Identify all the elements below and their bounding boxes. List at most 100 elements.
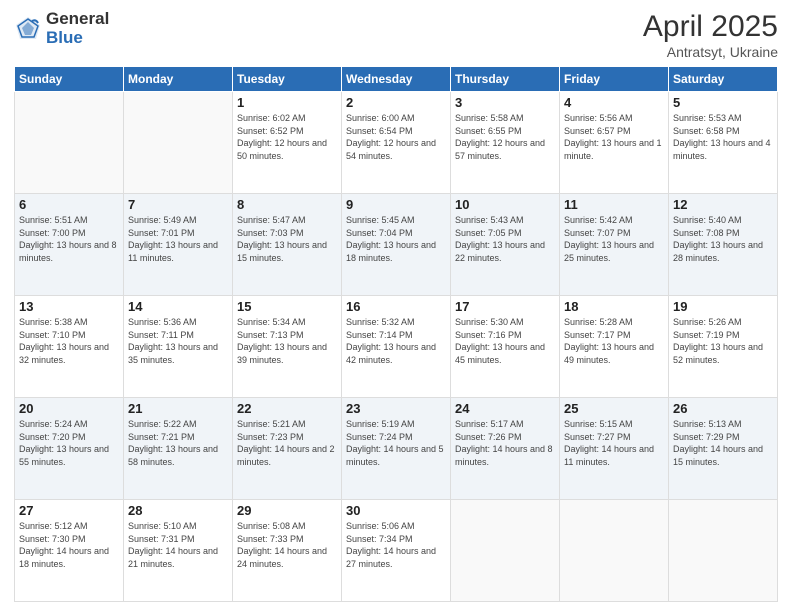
day-info: Sunrise: 5:49 AM Sunset: 7:01 PM Dayligh… <box>128 214 228 264</box>
calendar-cell: 1Sunrise: 6:02 AM Sunset: 6:52 PM Daylig… <box>233 92 342 194</box>
calendar-header-monday: Monday <box>124 67 233 92</box>
day-number: 19 <box>673 299 773 314</box>
day-info: Sunrise: 5:28 AM Sunset: 7:17 PM Dayligh… <box>564 316 664 366</box>
day-info: Sunrise: 5:13 AM Sunset: 7:29 PM Dayligh… <box>673 418 773 468</box>
day-number: 6 <box>19 197 119 212</box>
day-info: Sunrise: 5:30 AM Sunset: 7:16 PM Dayligh… <box>455 316 555 366</box>
day-number: 25 <box>564 401 664 416</box>
day-number: 27 <box>19 503 119 518</box>
day-number: 21 <box>128 401 228 416</box>
day-info: Sunrise: 5:38 AM Sunset: 7:10 PM Dayligh… <box>19 316 119 366</box>
day-info: Sunrise: 5:56 AM Sunset: 6:57 PM Dayligh… <box>564 112 664 162</box>
calendar-cell <box>451 500 560 602</box>
day-number: 26 <box>673 401 773 416</box>
day-number: 7 <box>128 197 228 212</box>
calendar-cell: 13 Sunrise: 5:38 AM Sunset: 7:10 PM Dayli… <box>15 296 124 398</box>
day-info: Sunrise: 5:24 AM Sunset: 7:20 PM Dayligh… <box>19 418 119 468</box>
day-number: 18 <box>564 299 664 314</box>
calendar-week-row: 6 Sunrise: 5:51 AM Sunset: 7:00 PM Daylig… <box>15 194 778 296</box>
day-info: Sunrise: 5:53 AM Sunset: 6:58 PM Dayligh… <box>673 112 773 162</box>
day-number: 15 <box>237 299 337 314</box>
calendar-cell: 20 Sunrise: 5:24 AM Sunset: 7:20 PM Dayli… <box>15 398 124 500</box>
day-info: Sunrise: 5:43 AM Sunset: 7:05 PM Dayligh… <box>455 214 555 264</box>
calendar-cell <box>669 500 778 602</box>
calendar-header-wednesday: Wednesday <box>342 67 451 92</box>
day-number: 2 <box>346 95 446 110</box>
day-number: 16 <box>346 299 446 314</box>
calendar-header-sunday: Sunday <box>15 67 124 92</box>
calendar-cell: 4Sunrise: 5:56 AM Sunset: 6:57 PM Daylig… <box>560 92 669 194</box>
title-month: April 2025 <box>643 10 778 44</box>
day-info: Sunrise: 5:32 AM Sunset: 7:14 PM Dayligh… <box>346 316 446 366</box>
calendar-cell <box>560 500 669 602</box>
day-info: Sunrise: 5:12 AM Sunset: 7:30 PM Dayligh… <box>19 520 119 570</box>
day-info: Sunrise: 6:00 AM Sunset: 6:54 PM Dayligh… <box>346 112 446 162</box>
calendar-cell: 14 Sunrise: 5:36 AM Sunset: 7:11 PM Dayli… <box>124 296 233 398</box>
day-info: Sunrise: 5:19 AM Sunset: 7:24 PM Dayligh… <box>346 418 446 468</box>
day-number: 28 <box>128 503 228 518</box>
calendar-cell: 5 Sunrise: 5:53 AM Sunset: 6:58 PM Daylig… <box>669 92 778 194</box>
calendar-cell: 29Sunrise: 5:08 AM Sunset: 7:33 PM Dayli… <box>233 500 342 602</box>
day-info: Sunrise: 5:58 AM Sunset: 6:55 PM Dayligh… <box>455 112 555 162</box>
calendar-cell: 18 Sunrise: 5:28 AM Sunset: 7:17 PM Dayli… <box>560 296 669 398</box>
calendar-cell: 10Sunrise: 5:43 AM Sunset: 7:05 PM Dayli… <box>451 194 560 296</box>
day-info: Sunrise: 5:10 AM Sunset: 7:31 PM Dayligh… <box>128 520 228 570</box>
day-info: Sunrise: 5:45 AM Sunset: 7:04 PM Dayligh… <box>346 214 446 264</box>
calendar-cell: 9Sunrise: 5:45 AM Sunset: 7:04 PM Daylig… <box>342 194 451 296</box>
day-info: Sunrise: 5:15 AM Sunset: 7:27 PM Dayligh… <box>564 418 664 468</box>
day-number: 8 <box>237 197 337 212</box>
page: General Blue April 2025 Antratsyt, Ukrai… <box>0 0 792 612</box>
calendar-week-row: 1Sunrise: 6:02 AM Sunset: 6:52 PM Daylig… <box>15 92 778 194</box>
day-number: 20 <box>19 401 119 416</box>
calendar-cell: 27 Sunrise: 5:12 AM Sunset: 7:30 PM Dayli… <box>15 500 124 602</box>
day-number: 13 <box>19 299 119 314</box>
header: General Blue April 2025 Antratsyt, Ukrai… <box>14 10 778 60</box>
calendar-header-friday: Friday <box>560 67 669 92</box>
day-number: 23 <box>346 401 446 416</box>
calendar-header-tuesday: Tuesday <box>233 67 342 92</box>
calendar-cell <box>15 92 124 194</box>
calendar-week-row: 20 Sunrise: 5:24 AM Sunset: 7:20 PM Dayli… <box>15 398 778 500</box>
day-number: 22 <box>237 401 337 416</box>
logo-general: General <box>46 10 109 29</box>
calendar-cell: 7 Sunrise: 5:49 AM Sunset: 7:01 PM Daylig… <box>124 194 233 296</box>
title-block: April 2025 Antratsyt, Ukraine <box>643 10 778 60</box>
logo-icon <box>14 15 42 43</box>
calendar-cell <box>124 92 233 194</box>
calendar-cell: 26 Sunrise: 5:13 AM Sunset: 7:29 PM Dayli… <box>669 398 778 500</box>
day-number: 12 <box>673 197 773 212</box>
calendar-cell: 6 Sunrise: 5:51 AM Sunset: 7:00 PM Daylig… <box>15 194 124 296</box>
calendar-header-thursday: Thursday <box>451 67 560 92</box>
calendar-cell: 16 Sunrise: 5:32 AM Sunset: 7:14 PM Dayli… <box>342 296 451 398</box>
calendar-cell: 21 Sunrise: 5:22 AM Sunset: 7:21 PM Dayli… <box>124 398 233 500</box>
day-info: Sunrise: 5:40 AM Sunset: 7:08 PM Dayligh… <box>673 214 773 264</box>
calendar-header-row: SundayMondayTuesdayWednesdayThursdayFrid… <box>15 67 778 92</box>
calendar-cell: 12 Sunrise: 5:40 AM Sunset: 7:08 PM Dayli… <box>669 194 778 296</box>
day-number: 29 <box>237 503 337 518</box>
day-info: Sunrise: 5:26 AM Sunset: 7:19 PM Dayligh… <box>673 316 773 366</box>
day-number: 17 <box>455 299 555 314</box>
calendar-cell: 23 Sunrise: 5:19 AM Sunset: 7:24 PM Dayli… <box>342 398 451 500</box>
day-number: 14 <box>128 299 228 314</box>
day-number: 3 <box>455 95 555 110</box>
logo-blue: Blue <box>46 29 109 48</box>
calendar-cell: 15 Sunrise: 5:34 AM Sunset: 7:13 PM Dayli… <box>233 296 342 398</box>
day-info: Sunrise: 5:06 AM Sunset: 7:34 PM Dayligh… <box>346 520 446 570</box>
day-number: 30 <box>346 503 446 518</box>
calendar-week-row: 27 Sunrise: 5:12 AM Sunset: 7:30 PM Dayli… <box>15 500 778 602</box>
calendar-cell: 3 Sunrise: 5:58 AM Sunset: 6:55 PM Daylig… <box>451 92 560 194</box>
day-number: 24 <box>455 401 555 416</box>
title-location: Antratsyt, Ukraine <box>643 44 778 60</box>
day-info: Sunrise: 5:22 AM Sunset: 7:21 PM Dayligh… <box>128 418 228 468</box>
day-number: 11 <box>564 197 664 212</box>
day-info: Sunrise: 5:34 AM Sunset: 7:13 PM Dayligh… <box>237 316 337 366</box>
calendar-cell: 2 Sunrise: 6:00 AM Sunset: 6:54 PM Daylig… <box>342 92 451 194</box>
day-info: Sunrise: 5:51 AM Sunset: 7:00 PM Dayligh… <box>19 214 119 264</box>
day-number: 5 <box>673 95 773 110</box>
calendar-cell: 17 Sunrise: 5:30 AM Sunset: 7:16 PM Dayli… <box>451 296 560 398</box>
calendar-cell: 11Sunrise: 5:42 AM Sunset: 7:07 PM Dayli… <box>560 194 669 296</box>
logo-text: General Blue <box>46 10 109 47</box>
calendar-cell: 25 Sunrise: 5:15 AM Sunset: 7:27 PM Dayli… <box>560 398 669 500</box>
calendar-header-saturday: Saturday <box>669 67 778 92</box>
day-info: Sunrise: 5:36 AM Sunset: 7:11 PM Dayligh… <box>128 316 228 366</box>
